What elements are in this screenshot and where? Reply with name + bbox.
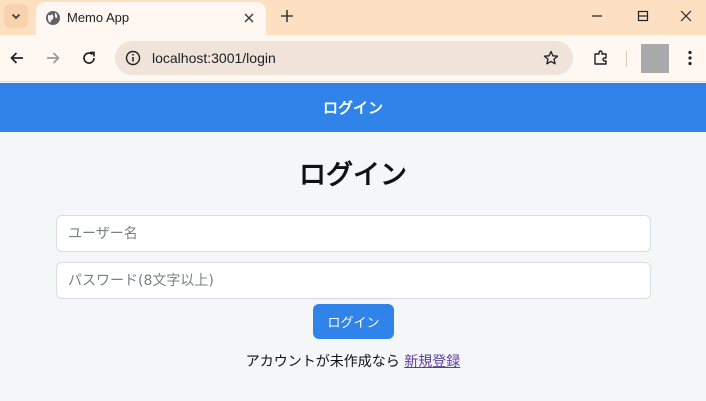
reload-icon — [83, 51, 95, 64]
chevron-down-icon — [11, 13, 21, 20]
kebab-menu-icon — [688, 50, 692, 66]
login-button[interactable]: ログイン — [313, 304, 394, 339]
address-bar[interactable]: localhost:3001/login — [115, 41, 573, 75]
reload-button[interactable] — [76, 45, 102, 71]
star-icon — [543, 50, 559, 65]
extensions-button[interactable] — [588, 45, 614, 71]
address-bar-url[interactable]: localhost:3001/login — [152, 50, 276, 66]
site-info-button[interactable] — [121, 46, 145, 70]
signup-link[interactable]: 新規登録 — [404, 354, 460, 370]
window-maximize-button[interactable] — [620, 0, 666, 32]
browser-toolbar: localhost:3001/login — [0, 35, 706, 82]
profile-avatar[interactable] — [641, 44, 669, 73]
close-icon — [680, 10, 692, 22]
tab-close-button[interactable] — [240, 9, 258, 27]
window-minimize-button-area[interactable] — [574, 0, 620, 32]
globe-icon — [46, 11, 60, 25]
tab-search-button[interactable] — [4, 4, 28, 28]
tab-title: Memo App — [67, 10, 130, 25]
back-button[interactable] — [4, 45, 30, 71]
app-header-title: ログイン — [322, 99, 383, 117]
minimize-icon — [592, 15, 602, 17]
password-input[interactable] — [56, 262, 651, 299]
close-icon — [244, 13, 254, 23]
maximize-icon — [637, 10, 649, 22]
browser-menu-button[interactable] — [678, 45, 702, 71]
new-tab-button[interactable] — [276, 5, 298, 27]
signup-prompt-text: アカウントが未作成なら — [245, 354, 400, 370]
plus-icon — [281, 10, 293, 22]
forward-button[interactable] — [40, 45, 66, 71]
back-arrow-icon — [10, 52, 23, 64]
forward-arrow-icon — [47, 52, 60, 64]
app-header: ログイン — [0, 83, 706, 132]
puzzle-icon — [594, 50, 607, 65]
username-input[interactable] — [56, 215, 651, 252]
signup-prompt-line: アカウントが未作成なら 新規登録 — [0, 351, 706, 371]
bookmark-button[interactable] — [541, 48, 561, 68]
window-close-button[interactable] — [666, 0, 706, 32]
info-icon — [125, 50, 141, 66]
browser-tab-active[interactable]: Memo App — [36, 2, 266, 35]
page-title: ログイン — [299, 160, 407, 191]
toolbar-separator — [626, 51, 627, 67]
